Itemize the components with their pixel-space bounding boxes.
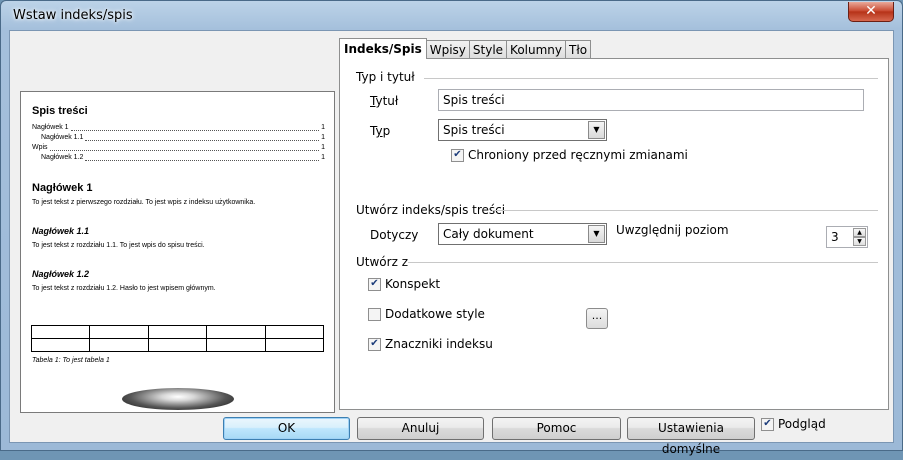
chevron-down-icon: ▼ [588,225,605,243]
section-divider [492,210,878,211]
tab-columns[interactable]: Kolumny [506,40,566,59]
dialog-body: Spis treści Nagłówek 11 Nagłówek 1.1 1 Wp… [9,30,894,456]
preview-paragraph: To jest tekst z rozdziału 1.1. To jest w… [32,242,205,249]
close-icon: ✕ [865,3,877,19]
preview-heading-1: Nagłówek 1 [32,182,93,194]
preview-toc-row: Nagłówek 1.2 1 [41,154,325,161]
checkbox-box: ✔ [368,337,381,351]
type-label: Typ [370,124,391,138]
outline-checkbox[interactable]: ✔ Konspekt [368,277,440,291]
level-spinner[interactable]: 3 ▲ ▼ [826,226,868,248]
section-divider [424,78,878,79]
level-label: Uwzględnij poziom [616,223,729,237]
preview-table-caption: Tabela 1: To jest tabela 1 [32,357,110,364]
preview-toc-row: Wpis 1 [32,144,325,151]
applies-select[interactable]: Cały dokument ▼ [438,223,607,245]
preview-toc-row: Nagłówek 1.1 1 [41,134,325,141]
document-preview: Spis treści Nagłówek 11 Nagłówek 1.1 1 Wp… [20,91,335,413]
checkbox-box: ✔ [451,148,464,162]
checkbox-box: ✔ [368,277,381,291]
tab-index[interactable]: Indeks/Spis [339,38,427,59]
window-title: Wstaw indeks/spis [13,8,133,23]
ok-button[interactable]: OK [223,417,350,440]
spin-down-icon[interactable]: ▼ [853,237,866,246]
additional-styles-checkbox[interactable]: Dodatkowe style [368,307,485,321]
preview-paragraph: To jest tekst z rozdziału 1.2. Hasło to … [32,285,216,292]
preview-table [30,325,325,352]
preview-image [122,388,234,410]
preview-heading-1-2: Nagłówek 1.2 [32,269,90,279]
tab-entries[interactable]: Wpisy [425,40,470,59]
tab-background[interactable]: Tło [565,40,592,59]
checkbox-box [368,307,381,321]
tab-styles[interactable]: Style [468,40,508,59]
title-input[interactable]: Spis treści [438,89,864,111]
assign-styles-button[interactable]: ... [586,308,608,329]
defaults-button[interactable]: Ustawienia domyślne [627,417,755,456]
type-select[interactable]: Spis treści ▼ [438,119,607,141]
applies-label: Dotyczy [370,228,419,242]
section-create-from: Utwórz z [356,255,408,269]
checkbox-box: ✔ [761,417,774,431]
section-type-title: Typ i tytuł [356,70,415,84]
tab-bar: Indeks/Spis Wpisy Style Kolumny Tło [339,38,592,59]
preview-toc-row: Nagłówek 11 [32,124,325,131]
preview-paragraph: To jest tekst z pierwszego rozdziału. To… [32,199,256,206]
dialog-window: Wstaw indeks/spis ✕ Spis treści Nagłówek… [0,0,903,456]
spin-up-icon[interactable]: ▲ [853,228,866,237]
help-button[interactable]: Pomoc [492,417,621,440]
preview-toc-heading: Spis treści [32,105,88,117]
protected-checkbox[interactable]: ✔ Chroniony przed ręcznymi zmianami [451,148,688,162]
section-create-index: Utwórz indeks/spis treści [356,203,506,217]
chevron-down-icon: ▼ [588,121,605,139]
title-label: Tytuł [370,94,399,108]
preview-heading-1-1: Nagłówek 1.1 [32,226,90,236]
index-marks-checkbox[interactable]: ✔ Znaczniki indeksu [368,337,493,351]
close-button[interactable]: ✕ [848,2,894,22]
section-divider [408,262,878,263]
cancel-button[interactable]: Anuluj [357,417,484,440]
title-bar[interactable]: Wstaw indeks/spis ✕ [1,1,902,31]
preview-checkbox[interactable]: ✔ Podgląd [761,417,826,431]
tab-panel-index: Typ i tytuł Tytuł Spis treści Typ Spis t… [339,58,889,410]
